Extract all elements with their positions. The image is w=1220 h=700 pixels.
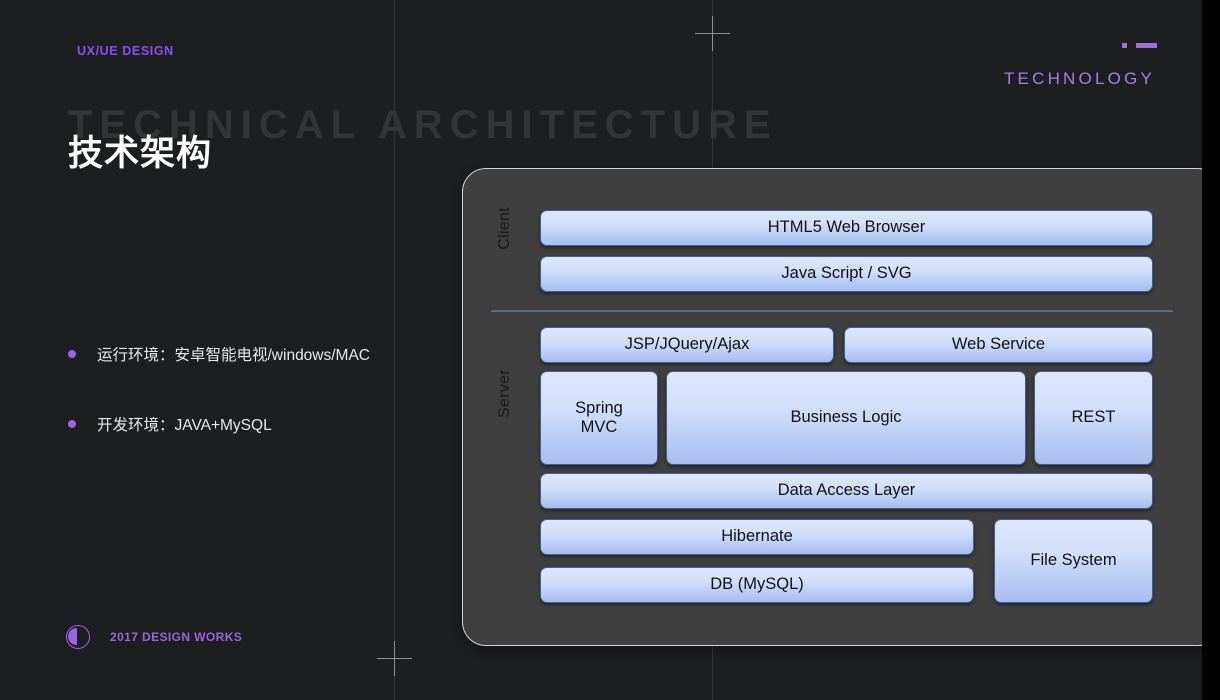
page-title-chinese: 技术架构 bbox=[68, 125, 212, 176]
diagram-box-java-script-svg: Java Script / SVG bbox=[540, 256, 1153, 292]
bullet-dot-icon bbox=[68, 350, 76, 358]
letterbox-right bbox=[1202, 0, 1220, 700]
slide-canvas: UX/UE DESIGN TECHNOLOGY TECHNICAL ARCHIT… bbox=[0, 0, 1202, 700]
footer: 2017 DESIGN WORKS bbox=[66, 625, 242, 649]
diagram-box-hibernate: Hibernate bbox=[540, 519, 974, 555]
bullet-text: 运行环境：安卓智能电视/windows/MAC bbox=[97, 343, 370, 365]
diagram-box-web-service: Web Service bbox=[844, 327, 1153, 363]
bullet-item-development: 开发环境：JAVA+MySQL bbox=[68, 413, 272, 435]
bullet-item-runtime: 运行环境：安卓智能电视/windows/MAC bbox=[68, 343, 370, 365]
kicker-label: UX/UE DESIGN bbox=[77, 44, 174, 58]
decorative-dot-mark bbox=[1122, 43, 1127, 48]
decorative-dash-mark bbox=[1136, 43, 1157, 48]
tier-label-server: Server bbox=[496, 369, 514, 418]
section-label: TECHNOLOGY bbox=[1004, 69, 1155, 89]
tier-divider bbox=[491, 310, 1173, 312]
tier-label-client: Client bbox=[496, 207, 514, 250]
diagram-box-db-mysql: DB (MySQL) bbox=[540, 567, 974, 603]
diagram-box-html5-web-browser: HTML5 Web Browser bbox=[540, 210, 1153, 246]
diagram-canvas: Client Server HTML5 Web Browser Java Scri… bbox=[463, 169, 1202, 645]
diagram-box-jsp-jquery-ajax: JSP/JQuery/Ajax bbox=[540, 327, 834, 363]
architecture-diagram-panel: Client Server HTML5 Web Browser Java Scri… bbox=[462, 168, 1202, 646]
diagram-box-rest: REST bbox=[1034, 371, 1153, 465]
bullet-text: 开发环境：JAVA+MySQL bbox=[97, 413, 272, 435]
diagram-box-data-access-layer: Data Access Layer bbox=[540, 473, 1153, 509]
bullet-dot-icon bbox=[68, 420, 76, 428]
diagram-box-spring-mvc: Spring MVC bbox=[540, 371, 658, 465]
diagram-box-file-system: File System bbox=[994, 519, 1153, 603]
footer-label: 2017 DESIGN WORKS bbox=[110, 630, 242, 644]
diagram-box-business-logic: Business Logic bbox=[666, 371, 1026, 465]
crosshair-mark-bottom bbox=[377, 641, 412, 676]
moon-logo-icon bbox=[66, 625, 90, 649]
crosshair-mark-top bbox=[695, 16, 730, 51]
